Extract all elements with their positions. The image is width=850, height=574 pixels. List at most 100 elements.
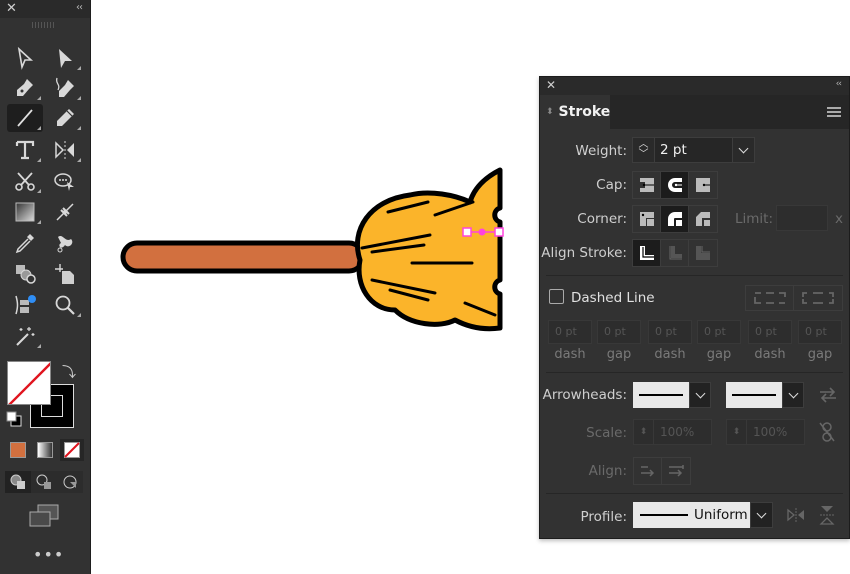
color-button[interactable] xyxy=(6,439,30,461)
panel-menu-icon[interactable] xyxy=(827,107,841,117)
curvature-tool[interactable] xyxy=(47,74,83,102)
draw-normal-button[interactable] xyxy=(5,471,31,493)
drag-grip[interactable] xyxy=(32,22,56,28)
round-cap-button[interactable] xyxy=(661,172,689,198)
puppet-icon xyxy=(54,173,74,191)
weight-input[interactable]: 2 pt xyxy=(655,138,732,162)
swap-fill-stroke-icon[interactable]: ⤵ xyxy=(62,362,76,382)
gap-input-1[interactable]: 0 pt xyxy=(597,320,641,344)
selection-tool[interactable] xyxy=(7,44,43,72)
more-tools-button[interactable]: ••• xyxy=(33,545,64,564)
tools-panel-header: ✕ ‹‹ xyxy=(0,0,90,18)
dash-input-2[interactable]: 0 pt xyxy=(648,320,692,344)
shape-builder-tool[interactable] xyxy=(7,260,43,288)
start-arrowhead-dropdown[interactable] xyxy=(689,382,711,408)
place-arrow-button[interactable] xyxy=(662,458,690,484)
direct-selection-tool[interactable] xyxy=(47,44,83,72)
gap-input-2[interactable]: 0 pt xyxy=(697,320,741,344)
width-tool[interactable] xyxy=(47,198,83,226)
profile-label: Profile: xyxy=(580,509,627,525)
draw-inside-button[interactable] xyxy=(57,471,83,493)
gradient-tool[interactable] xyxy=(7,198,43,226)
dashed-line-checkbox[interactable] xyxy=(549,289,564,304)
dash-alignment-buttons xyxy=(745,285,843,311)
none-button[interactable] xyxy=(60,439,84,461)
end-arrowhead-dropdown[interactable] xyxy=(782,382,804,408)
expand-collapse-icon[interactable]: ⬍ xyxy=(546,108,554,117)
dashed-line-label: Dashed Line xyxy=(571,290,655,306)
zoom-tool[interactable] xyxy=(47,291,83,319)
eyedropper-tool[interactable] xyxy=(7,229,43,257)
gradient-button[interactable] xyxy=(33,439,57,461)
anchor-handle[interactable] xyxy=(494,227,504,237)
pencil-tool[interactable] xyxy=(47,104,83,132)
preserve-dash-button[interactable] xyxy=(746,286,795,310)
draw-behind-icon xyxy=(36,474,51,489)
artboard-tool[interactable] xyxy=(47,260,83,288)
center-point[interactable] xyxy=(478,228,486,236)
pen-icon xyxy=(17,79,33,96)
align-center-icon xyxy=(639,246,654,260)
end-arrowhead-select[interactable] xyxy=(726,382,804,408)
flip-along-icon[interactable] xyxy=(787,507,805,523)
collapse-icon[interactable]: ‹‹ xyxy=(836,79,842,89)
projecting-cap-button[interactable] xyxy=(689,172,717,198)
graph-tool[interactable] xyxy=(7,291,43,319)
gap-label: gap xyxy=(807,347,833,362)
weight-dropdown[interactable] xyxy=(732,138,754,162)
puppet-warp-tool[interactable] xyxy=(47,167,83,195)
unlink-scale-icon[interactable] xyxy=(818,421,836,443)
limit-input[interactable] xyxy=(776,205,828,231)
draw-behind-button[interactable] xyxy=(31,471,57,493)
collapse-icon[interactable]: ‹‹ xyxy=(76,2,83,13)
stroke-panel: ✕ ‹‹ ⬍ Stroke Weight: ︿ ﹀ 2 pt Cap: Corne… xyxy=(539,76,850,539)
end-scale-value[interactable]: 100% xyxy=(747,420,793,444)
miter-join-button[interactable] xyxy=(633,206,661,232)
swap-arrowheads-icon[interactable] xyxy=(819,387,837,403)
bevel-join-button[interactable] xyxy=(689,206,717,232)
start-scale-field[interactable]: ⬍ 100% xyxy=(633,419,712,445)
profile-dropdown[interactable] xyxy=(750,502,773,528)
end-scale-field[interactable]: ⬍ 100% xyxy=(726,419,805,445)
flip-across-icon[interactable] xyxy=(819,505,835,525)
butt-cap-button[interactable] xyxy=(633,172,661,198)
round-join-button[interactable] xyxy=(661,206,689,232)
tab-stroke[interactable]: ⬍ Stroke xyxy=(540,95,610,129)
fill-swatch-none[interactable] xyxy=(7,361,51,405)
profile-select[interactable]: Uniform xyxy=(633,502,773,528)
screen-mode-icon[interactable] xyxy=(28,504,60,528)
scissors-tool[interactable] xyxy=(7,167,43,195)
anchor-handle[interactable] xyxy=(462,227,472,237)
broom-artwork[interactable] xyxy=(110,160,510,340)
start-scale-value[interactable]: 100% xyxy=(654,420,700,444)
align-outside-button[interactable] xyxy=(689,240,717,266)
blend-tool[interactable] xyxy=(47,229,83,257)
magic-wand-tool[interactable] xyxy=(7,322,43,350)
reflect-tool[interactable] xyxy=(47,136,83,164)
scale-stepper[interactable]: ⬍ xyxy=(634,420,654,444)
scale-label: Scale: xyxy=(586,425,627,441)
dash-label: dash xyxy=(754,347,786,362)
reflect-icon xyxy=(55,141,74,159)
gap-input-3[interactable]: 0 pt xyxy=(798,320,842,344)
close-icon[interactable]: ✕ xyxy=(546,78,556,92)
extend-arrow-button[interactable] xyxy=(634,458,662,484)
close-icon[interactable]: ✕ xyxy=(6,1,17,17)
type-icon xyxy=(15,140,35,160)
line-segment-tool[interactable] xyxy=(7,104,43,132)
type-tool[interactable] xyxy=(7,136,43,164)
align-arrow-label: Align: xyxy=(588,463,627,479)
align-dash-corners-button[interactable] xyxy=(794,286,842,310)
align-center-button[interactable] xyxy=(633,240,661,266)
pen-tool[interactable] xyxy=(7,74,43,102)
divider xyxy=(546,493,843,494)
default-fill-stroke-icon[interactable] xyxy=(6,411,22,427)
scale-stepper[interactable]: ⬍ xyxy=(727,420,747,444)
align-inside-button[interactable] xyxy=(661,240,689,266)
dash-input-3[interactable]: 0 pt xyxy=(748,320,792,344)
dash-input-1[interactable]: 0 pt xyxy=(548,320,592,344)
end-arrowhead-preview xyxy=(726,382,782,408)
start-arrowhead-select[interactable] xyxy=(633,382,711,408)
panel-title: Stroke xyxy=(558,104,611,120)
weight-stepper[interactable]: ︿ ﹀ xyxy=(633,138,655,162)
